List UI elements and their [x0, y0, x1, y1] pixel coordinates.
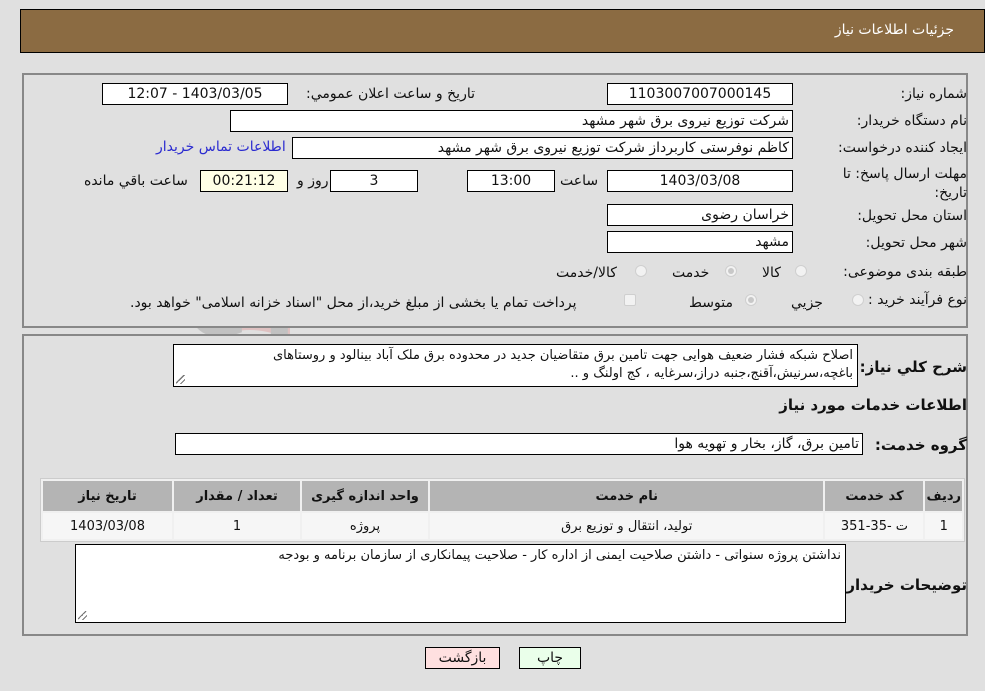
cell-unit: پروژه [302, 513, 428, 539]
back-button[interactable]: بازگشت [425, 647, 500, 669]
buyer-notes-text: نداشتن پروژه سنواتی - داشتن صلاحیت ایمنی… [278, 548, 841, 563]
days-remaining-field: 3 [330, 170, 418, 192]
time-remaining-label: ساعت باقي مانده [84, 173, 188, 189]
purchase-radio-medium[interactable] [745, 294, 757, 306]
need-number-field: 1103007007000145 [607, 83, 793, 105]
deadline-time-label: ساعت [560, 173, 599, 189]
deadline-label: مهلت ارسال پاسخ: تا تاریخ: [842, 166, 967, 201]
deadline-date-field: 1403/03/08 [607, 170, 793, 192]
need-number-label: شماره نیاز: [900, 86, 968, 102]
service-group-label: گروه خدمت: [874, 436, 967, 454]
services-table: ردیف کد خدمت نام خدمت واحد اندازه گیری ت… [40, 478, 965, 542]
city-label: شهر محل تحویل: [865, 235, 967, 251]
purchase-option-minor: جزيي [791, 295, 823, 311]
print-button[interactable]: چاپ [519, 647, 581, 669]
treasury-note: پرداخت تمام یا بخشی از مبلغ خرید،از محل … [130, 295, 577, 311]
description-label: شرح کلي نیاز: [859, 358, 967, 376]
cell-quantity: 1 [174, 513, 300, 539]
col-service-code: کد خدمت [825, 481, 924, 511]
category-option-goods: کالا [762, 265, 781, 281]
col-unit: واحد اندازه گیری [302, 481, 428, 511]
purchase-option-medium: متوسط [689, 295, 733, 311]
col-service-name: نام خدمت [430, 481, 824, 511]
buyer-notes-label: توضیحات خریدار: [840, 576, 967, 594]
requester-field: کاظم نوفرستی کاربرداز شرکت توزیع نیروی ب… [292, 137, 793, 159]
purchase-type-label: نوع فرآیند خرید : [868, 292, 967, 308]
cell-need-date: 1403/03/08 [43, 513, 172, 539]
resize-grip-icon[interactable] [176, 375, 185, 384]
table-header-row: ردیف کد خدمت نام خدمت واحد اندازه گیری ت… [43, 481, 962, 511]
treasury-checkbox[interactable] [624, 294, 636, 306]
table-row: 1 ت -35-351 تولید، انتقال و توزیع برق پر… [43, 513, 962, 539]
time-remaining-field: 00:21:12 [200, 170, 288, 192]
category-option-service: خدمت [672, 265, 710, 281]
col-quantity: تعداد / مقدار [174, 481, 300, 511]
deadline-time-field: 13:00 [467, 170, 555, 192]
province-field: خراسان رضوی [607, 204, 793, 226]
announce-datetime-label: تاریخ و ساعت اعلان عمومي: [306, 86, 475, 102]
category-radio-service[interactable] [725, 265, 737, 277]
description-text: اصلاح شبکه فشار ضعیف هوایی جهت تامین برق… [273, 348, 853, 381]
buyer-org-label: نام دستگاه خریدار: [856, 113, 967, 129]
services-section-title: اطلاعات خدمات مورد نیاز [779, 396, 967, 414]
announce-datetime-field: 1403/03/05 - 12:07 [102, 83, 288, 105]
page-title: جزئيات اطلاعات نیاز [834, 22, 954, 38]
buyer-notes-textarea[interactable]: نداشتن پروژه سنواتی - داشتن صلاحیت ایمنی… [75, 544, 846, 623]
buyer-org-field: شرکت توزیع نیروی برق شهر مشهد [230, 110, 793, 132]
buyer-contact-link[interactable]: اطلاعات تماس خریدار [156, 139, 286, 155]
days-label: روز و [297, 173, 329, 189]
cell-service-code: ت -35-351 [825, 513, 924, 539]
category-radio-goods-service[interactable] [635, 265, 647, 277]
col-row-number: ردیف [925, 481, 962, 511]
category-label: طبقه بندی موضوعی: [843, 264, 967, 280]
col-need-date: تاریخ نیاز [43, 481, 172, 511]
city-field: مشهد [607, 231, 793, 253]
page-header: جزئيات اطلاعات نیاز [20, 9, 985, 53]
resize-grip-icon[interactable] [78, 611, 87, 620]
purchase-radio-minor[interactable] [852, 294, 864, 306]
cell-row-number: 1 [925, 513, 962, 539]
province-label: استان محل تحویل: [857, 208, 967, 224]
requester-label: ایجاد کننده درخواست: [838, 140, 967, 156]
service-group-field: تامین برق، گاز، بخار و تهویه هوا [175, 433, 863, 455]
category-option-goods-service: کالا/خدمت [556, 265, 617, 281]
category-radio-goods[interactable] [795, 265, 807, 277]
cell-service-name: تولید، انتقال و توزیع برق [430, 513, 824, 539]
description-textarea[interactable]: اصلاح شبکه فشار ضعیف هوایی جهت تامین برق… [173, 344, 858, 387]
